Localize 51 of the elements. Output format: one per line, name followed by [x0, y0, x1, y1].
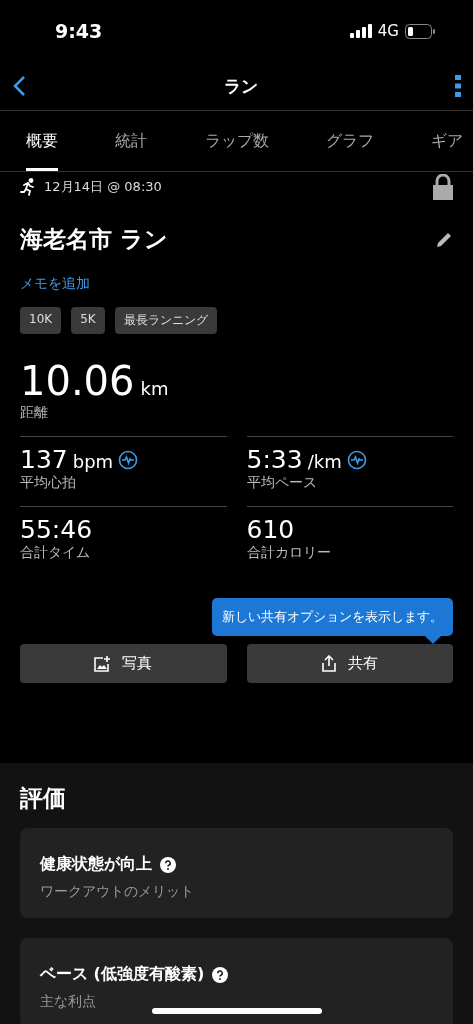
stat-label: 平均ペース: [246, 474, 318, 492]
evaluation-card[interactable]: ベース (低強度有酸素) 主な利点: [20, 938, 453, 1024]
tag: 最長ランニング: [114, 307, 217, 334]
photo-button[interactable]: 写真: [20, 644, 227, 683]
add-photo-icon: [94, 655, 111, 672]
tooltip: 新しい共有オプションを表示します。: [212, 598, 453, 644]
card-subtitle: 主な利点: [40, 993, 97, 1011]
network-type: 4G: [377, 22, 399, 40]
activity-date: 12月14日 @ 08:30: [44, 178, 162, 196]
add-note-link[interactable]: メモを追加: [20, 275, 90, 293]
stat-label: 平均心拍: [20, 474, 77, 492]
stat-unit: bpm: [72, 451, 114, 472]
tab[interactable]: ギア: [431, 111, 463, 171]
card-title: 健康状態が向上: [40, 854, 152, 875]
tag: 5K: [71, 307, 105, 334]
tab[interactable]: 統計: [115, 111, 148, 171]
back-icon[interactable]: [12, 75, 26, 97]
more-icon[interactable]: [455, 75, 461, 97]
evaluation-card[interactable]: 健康状態が向上 ワークアウトのメリット: [20, 828, 453, 918]
card-title: ベース (低強度有酸素): [40, 964, 205, 985]
battery-icon: [405, 23, 435, 39]
card-subtitle: ワークアウトのメリット: [40, 883, 195, 901]
lock-icon: [433, 174, 453, 200]
distance-value: 10.06: [20, 358, 135, 404]
tooltip-pointer-icon: [425, 636, 441, 644]
tab[interactable]: 概要: [26, 111, 58, 171]
heart-rate-graph-icon[interactable]: [346, 449, 367, 470]
tag: 10K: [20, 307, 62, 334]
status-time: 9:43: [55, 20, 103, 42]
stat-unit: /km: [307, 451, 342, 472]
tab[interactable]: ラップ数: [204, 111, 269, 171]
signal-icon: [349, 24, 372, 38]
pencil-icon[interactable]: [436, 231, 453, 248]
help-icon[interactable]: [212, 966, 229, 983]
section-heading: 評価: [20, 784, 67, 813]
distance-unit: km: [140, 378, 169, 399]
share-button[interactable]: 共有: [246, 644, 453, 683]
stat-label: 合計カロリー: [246, 544, 332, 562]
distance-label: 距離: [20, 404, 49, 422]
runner-icon: [20, 178, 36, 196]
stat-value: 610: [246, 515, 295, 544]
share-icon: [321, 655, 336, 672]
stat-value: 5:33: [246, 445, 303, 474]
help-icon[interactable]: [160, 856, 176, 873]
stat-value: 137: [20, 445, 68, 474]
heart-rate-graph-icon[interactable]: [118, 449, 139, 470]
stat-value: 55:46: [20, 515, 93, 544]
screen-title: ラン: [223, 74, 258, 98]
activity-title: 海老名市 ラン: [20, 225, 168, 254]
stat-label: 合計タイム: [20, 544, 91, 562]
tab[interactable]: グラフ: [325, 111, 374, 171]
